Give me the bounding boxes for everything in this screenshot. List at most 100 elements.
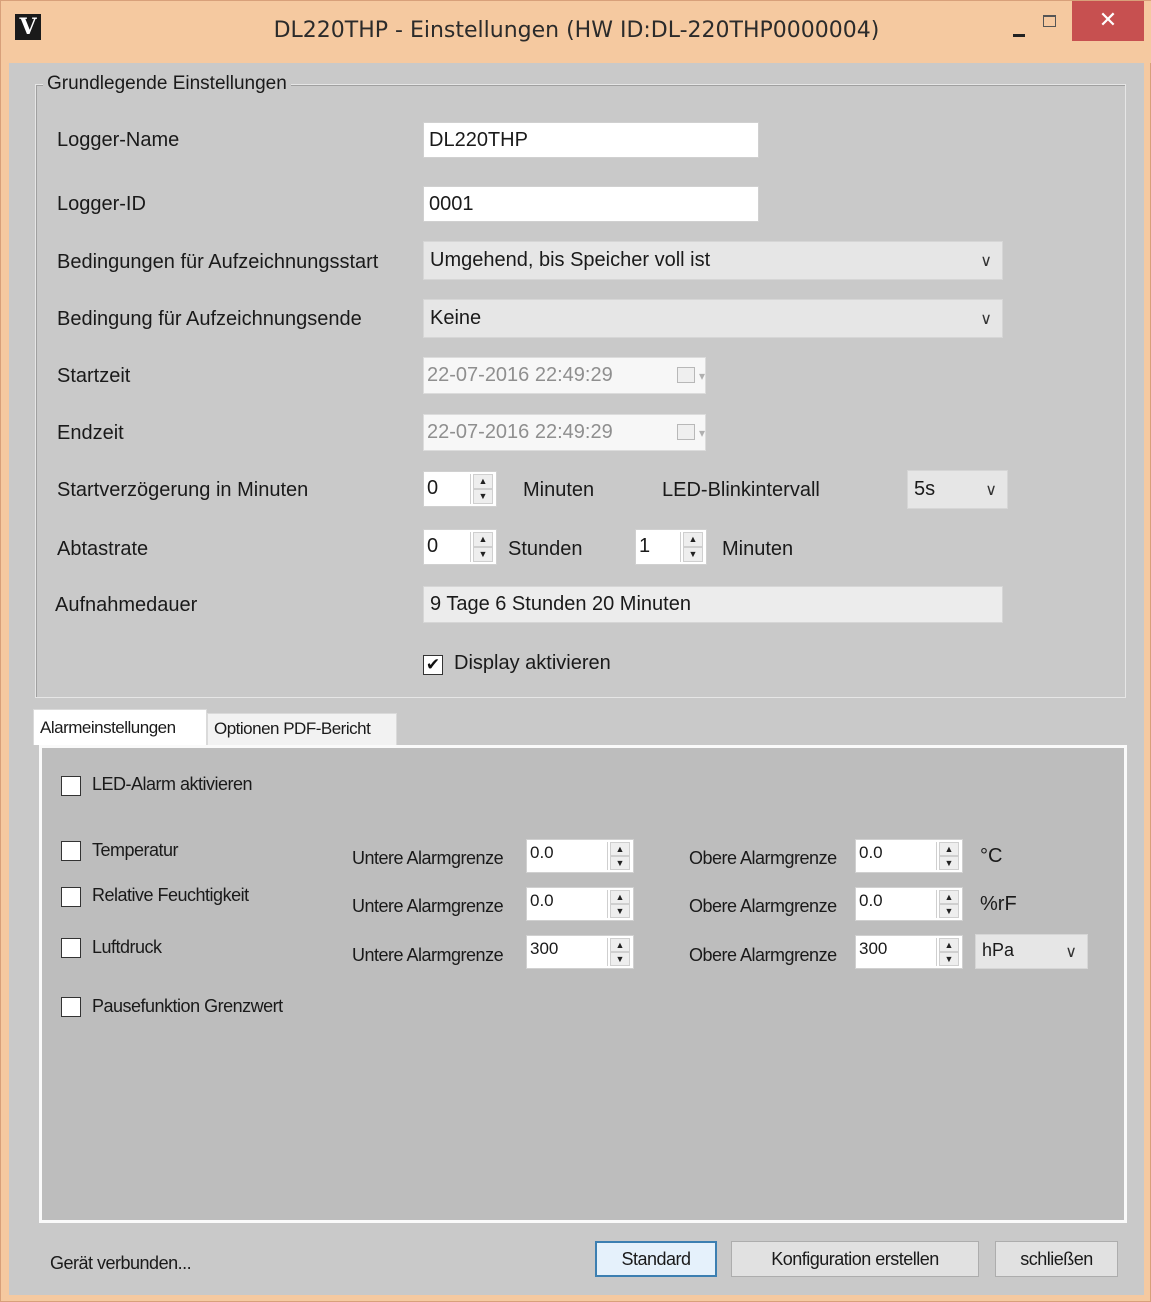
start-delay-unit: Minuten bbox=[523, 479, 595, 501]
spin-up-icon[interactable]: ▲ bbox=[939, 890, 959, 904]
end-time-label: Endzeit bbox=[57, 422, 124, 444]
led-alarm-label: LED-Alarm aktivieren bbox=[92, 774, 253, 794]
start-time-value: 22-07-2016 22:49:29 bbox=[427, 364, 613, 386]
spin-up-icon[interactable]: ▲ bbox=[610, 842, 630, 856]
start-delay-label: Startverzögerung in Minuten bbox=[57, 479, 309, 501]
start-condition-value: Umgehend, bis Speicher voll ist bbox=[430, 249, 711, 271]
calendar-icon bbox=[677, 424, 695, 440]
display-enable-label: Display aktivieren bbox=[454, 652, 611, 674]
temperature-alarm-checkbox[interactable] bbox=[61, 841, 81, 861]
spin-down-icon[interactable]: ▼ bbox=[610, 952, 630, 966]
spin-up-icon[interactable]: ▲ bbox=[610, 938, 630, 952]
pressure-lower-label: Untere Alarmgrenze bbox=[352, 945, 504, 965]
humidity-unit: %rF bbox=[980, 893, 1017, 915]
humidity-label: Relative Feuchtigkeit bbox=[92, 885, 249, 905]
tab-alarm-settings[interactable]: Alarmeinstellungen bbox=[33, 709, 207, 745]
maximize-button[interactable] bbox=[1033, 7, 1067, 37]
spin-down-icon[interactable]: ▼ bbox=[473, 489, 493, 504]
logger-name-label: Logger-Name bbox=[57, 129, 180, 151]
sample-hours-stepper[interactable]: 0 ▲ ▼ bbox=[423, 529, 497, 565]
spin-down-icon[interactable]: ▼ bbox=[610, 856, 630, 870]
sample-minutes-stepper[interactable]: 1 ▲ ▼ bbox=[635, 529, 707, 565]
temperature-upper-value: 0.0 bbox=[859, 843, 883, 862]
start-time-picker[interactable]: 22-07-2016 22:49:29 ▾ bbox=[423, 357, 706, 394]
start-condition-select[interactable]: Umgehend, bis Speicher voll ist ∨ bbox=[423, 241, 1003, 280]
humidity-lower-label: Untere Alarmgrenze bbox=[352, 896, 504, 916]
led-alarm-checkbox[interactable] bbox=[61, 776, 81, 796]
alarm-settings-panel: LED-Alarm aktivieren Temperatur Untere A… bbox=[39, 745, 1127, 1223]
end-time-value: 22-07-2016 22:49:29 bbox=[427, 421, 613, 443]
duration-label: Aufnahmedauer bbox=[55, 594, 198, 616]
humidity-lower-stepper[interactable]: 0.0 ▲ ▼ bbox=[526, 887, 634, 921]
settings-window: V DL220THP - Einstellungen (HW ID:DL-220… bbox=[0, 0, 1151, 1302]
pressure-lower-stepper[interactable]: 300 ▲ ▼ bbox=[526, 935, 634, 969]
pause-limit-label: Pausefunktion Grenzwert bbox=[92, 996, 283, 1016]
pressure-upper-stepper[interactable]: 300 ▲ ▼ bbox=[855, 935, 963, 969]
led-blink-label: LED-Blinkintervall bbox=[662, 479, 820, 501]
sample-hours-unit: Stunden bbox=[508, 538, 583, 560]
led-blink-value: 5s bbox=[914, 478, 936, 500]
standard-button[interactable]: Standard bbox=[595, 1241, 717, 1277]
spin-up-icon[interactable]: ▲ bbox=[610, 890, 630, 904]
spin-down-icon[interactable]: ▼ bbox=[610, 904, 630, 918]
spin-down-icon[interactable]: ▼ bbox=[683, 547, 703, 562]
duration-value: 9 Tage 6 Stunden 20 Minuten bbox=[423, 586, 1003, 623]
spin-down-icon[interactable]: ▼ bbox=[939, 856, 959, 870]
create-config-button[interactable]: Konfiguration erstellen bbox=[731, 1241, 979, 1277]
sample-rate-label: Abtastrate bbox=[57, 538, 149, 560]
pressure-unit-value: hPa bbox=[982, 940, 1015, 960]
client-area: Grundlegende Einstellungen Logger-Name D… bbox=[9, 63, 1144, 1295]
display-enable-checkbox[interactable]: ✔ bbox=[423, 655, 443, 675]
logger-id-label: Logger-ID bbox=[57, 193, 146, 215]
close-button[interactable]: schließen bbox=[995, 1241, 1118, 1277]
temperature-lower-stepper[interactable]: 0.0 ▲ ▼ bbox=[526, 839, 634, 873]
pressure-upper-value: 300 bbox=[859, 939, 888, 958]
humidity-lower-value: 0.0 bbox=[530, 891, 554, 910]
humidity-upper-label: Obere Alarmgrenze bbox=[689, 896, 837, 916]
end-condition-value: Keine bbox=[430, 307, 482, 329]
spin-up-icon[interactable]: ▲ bbox=[473, 532, 493, 547]
start-delay-stepper[interactable]: 0 ▲ ▼ bbox=[423, 471, 497, 507]
end-condition-select[interactable]: Keine ∨ bbox=[423, 299, 1003, 338]
led-blink-select[interactable]: 5s ∨ bbox=[907, 470, 1008, 509]
start-condition-label: Bedingungen für Aufzeichnungsstart bbox=[57, 251, 379, 273]
sample-minutes-value: 1 bbox=[639, 535, 651, 557]
pressure-label: Luftdruck bbox=[92, 937, 162, 957]
chevron-down-icon: ∨ bbox=[980, 311, 992, 328]
spin-down-icon[interactable]: ▼ bbox=[473, 547, 493, 562]
end-condition-label: Bedingung für Aufzeichnungsende bbox=[57, 308, 362, 330]
humidity-alarm-checkbox[interactable] bbox=[61, 887, 81, 907]
pressure-unit-select[interactable]: hPa ∨ bbox=[975, 934, 1088, 969]
spin-down-icon[interactable]: ▼ bbox=[939, 952, 959, 966]
start-delay-value: 0 bbox=[427, 477, 439, 499]
logger-id-input[interactable]: 0001 bbox=[423, 186, 759, 222]
spin-down-icon[interactable]: ▼ bbox=[939, 904, 959, 918]
spin-up-icon[interactable]: ▲ bbox=[473, 474, 493, 489]
logger-name-input[interactable]: DL220THP bbox=[423, 122, 759, 158]
chevron-down-icon: ∨ bbox=[980, 253, 992, 270]
caret-down-icon: ▾ bbox=[698, 426, 705, 440]
humidity-upper-stepper[interactable]: 0.0 ▲ ▼ bbox=[855, 887, 963, 921]
status-text: Gerät verbunden... bbox=[50, 1253, 192, 1273]
temperature-lower-label: Untere Alarmgrenze bbox=[352, 848, 504, 868]
spin-up-icon[interactable]: ▲ bbox=[683, 532, 703, 547]
temperature-unit: °C bbox=[980, 845, 1003, 867]
minimize-button[interactable] bbox=[1005, 7, 1033, 37]
pressure-upper-label: Obere Alarmgrenze bbox=[689, 945, 837, 965]
pressure-lower-value: 300 bbox=[530, 939, 559, 958]
temperature-lower-value: 0.0 bbox=[530, 843, 554, 862]
pressure-alarm-checkbox[interactable] bbox=[61, 938, 81, 958]
end-time-picker[interactable]: 22-07-2016 22:49:29 ▾ bbox=[423, 414, 706, 451]
pause-limit-checkbox[interactable] bbox=[61, 997, 81, 1017]
tab-pdf-report-options[interactable]: Optionen PDF-Bericht bbox=[207, 713, 397, 745]
caret-down-icon: ▾ bbox=[698, 369, 705, 383]
basic-settings-legend: Grundlegende Einstellungen bbox=[43, 73, 291, 95]
humidity-upper-value: 0.0 bbox=[859, 891, 883, 910]
window-title: DL220THP - Einstellungen (HW ID:DL-220TH… bbox=[273, 18, 880, 43]
spin-up-icon[interactable]: ▲ bbox=[939, 938, 959, 952]
temperature-upper-stepper[interactable]: 0.0 ▲ ▼ bbox=[855, 839, 963, 873]
calendar-icon bbox=[677, 367, 695, 383]
title-bar[interactable]: V DL220THP - Einstellungen (HW ID:DL-220… bbox=[1, 1, 1151, 63]
spin-up-icon[interactable]: ▲ bbox=[939, 842, 959, 856]
close-window-button[interactable]: ✕ bbox=[1072, 1, 1144, 41]
